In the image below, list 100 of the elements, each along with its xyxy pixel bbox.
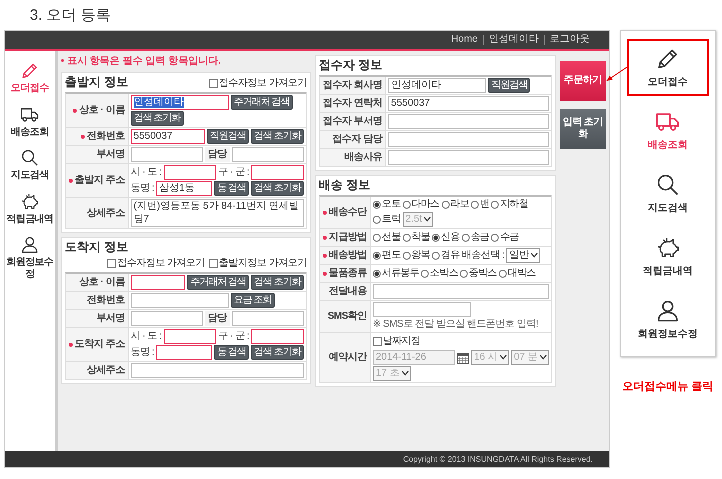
checkbox-icon[interactable] (209, 258, 218, 268)
radio-option[interactable]: 선불 (373, 231, 401, 244)
header-link[interactable]: Home (446, 35, 483, 45)
radio-option[interactable]: 송금 (462, 231, 490, 244)
radio-option[interactable]: 왕복 (402, 249, 430, 262)
menu-item[interactable]: 배송조회 (627, 102, 709, 159)
form-button[interactable]: 동 검색 (214, 345, 250, 360)
input-field[interactable] (130, 147, 203, 162)
radio-option[interactable]: 수금 (491, 231, 520, 244)
checkbox-option[interactable]: 출발지정보 가져오기 (209, 256, 307, 270)
checkbox-icon[interactable] (107, 258, 116, 268)
form-button[interactable]: 검색 초기화 (251, 275, 304, 290)
radio-option[interactable]: 소박스 (421, 267, 458, 280)
input-field[interactable] (388, 150, 549, 165)
reset-button[interactable]: 입력 초기화 (560, 109, 606, 149)
radio-option[interactable]: 지하철 (491, 198, 528, 211)
form-button[interactable]: 검색 초기화 (251, 129, 304, 144)
field-label: SMS확인 (328, 310, 367, 323)
input-field[interactable] (164, 329, 216, 344)
sidebar-item[interactable]: 적립금내역 (5, 192, 55, 225)
caret-icon (424, 217, 432, 222)
radio-option[interactable]: 대박스 (499, 267, 536, 280)
input-field[interactable] (232, 311, 304, 326)
radio-option[interactable]: 중박스 (460, 267, 498, 280)
sidebar-item[interactable]: 배송조회 (5, 104, 55, 138)
sidebar-item[interactable]: 회원정보수정 (5, 235, 55, 280)
radio-icon[interactable] (460, 270, 468, 278)
form-button[interactable]: 검색 초기화 (130, 111, 184, 126)
form-button[interactable]: 주거래처 검색 (230, 95, 293, 110)
checkbox-option[interactable]: 접수자정보 가져오기 (209, 76, 307, 90)
caret-icon (500, 355, 508, 360)
input-field[interactable]: 인성데이타 (388, 78, 486, 93)
header-link[interactable]: 인성데이타 (483, 35, 544, 45)
menu-item[interactable]: 오더접수 (627, 39, 709, 96)
radio-icon[interactable] (373, 270, 381, 278)
radio-icon[interactable] (442, 200, 450, 208)
input-field[interactable] (251, 165, 304, 180)
input-field[interactable] (156, 345, 212, 360)
input-field[interactable]: (지번)영등포동 5가 84-11번지 연세빌딩7 (130, 199, 304, 227)
radio-icon[interactable] (421, 270, 430, 278)
checkbox-option[interactable]: 접수자정보 가져오기 (107, 256, 206, 270)
form-button[interactable]: 직원검색 (207, 129, 250, 144)
checkbox-icon[interactable] (373, 337, 382, 346)
radio-icon[interactable] (432, 252, 440, 260)
sidebar-item[interactable]: 오더접수 (5, 61, 55, 94)
input-field[interactable]: 5550037 (388, 96, 549, 111)
radio-icon[interactable] (402, 252, 411, 260)
radio-option[interactable]: 오토 (373, 198, 401, 211)
dropdown[interactable]: 일반 (506, 248, 540, 263)
menu-item[interactable]: 적립금내역 (627, 228, 709, 285)
menu-item[interactable]: 지도검색 (627, 165, 709, 222)
input-field[interactable] (388, 114, 549, 129)
form-button[interactable]: 검색 초기화 (251, 181, 304, 196)
form-button[interactable]: 검색 초기화 (251, 345, 304, 360)
radio-option[interactable]: 편도 (373, 249, 401, 262)
input-field[interactable] (164, 165, 216, 180)
input-field[interactable] (130, 311, 203, 326)
radio-icon[interactable] (471, 200, 480, 208)
radio-icon[interactable] (373, 234, 381, 242)
sidebar-item[interactable]: 지도검색 (5, 148, 55, 182)
calendar-icon[interactable] (457, 352, 470, 364)
radio-option[interactable]: 경유 (432, 249, 460, 262)
submit-button[interactable]: 주문하기 (560, 61, 606, 101)
input-field[interactable]: 5550037 (130, 129, 206, 144)
menu-item[interactable]: 회원정보수정 (627, 291, 709, 348)
radio-option[interactable]: 착불 (402, 231, 430, 244)
radio-icon[interactable] (373, 200, 381, 208)
radio-option[interactable]: 밴 (471, 198, 490, 211)
radio-icon[interactable] (491, 234, 500, 242)
input-field[interactable] (388, 132, 549, 147)
form-button[interactable]: 동 검색 (214, 181, 250, 196)
radio-icon[interactable] (402, 200, 411, 208)
input-field[interactable] (130, 275, 186, 290)
radio-option[interactable]: 신용 (432, 231, 460, 244)
form-button[interactable]: 주거래처 검색 (187, 275, 250, 290)
radio-icon[interactable] (432, 234, 440, 242)
radio-icon[interactable] (462, 234, 470, 242)
form-button[interactable]: 직원검색 (488, 78, 530, 93)
input-field[interactable] (130, 293, 229, 308)
radio-icon[interactable] (373, 216, 381, 224)
radio-option[interactable]: 서류봉투 (373, 267, 420, 280)
radio-option[interactable]: 트럭 (373, 213, 401, 226)
input-field[interactable] (130, 363, 304, 378)
radio-icon[interactable] (402, 234, 411, 242)
input-field[interactable] (373, 284, 549, 299)
checkbox-icon[interactable] (209, 78, 218, 88)
header-link[interactable]: 로그아웃 (544, 35, 595, 45)
input-field[interactable]: 인성데이타 (130, 95, 229, 110)
radio-icon[interactable] (499, 270, 508, 278)
field-label: 지급방법 (329, 231, 367, 244)
input-field[interactable]: 삼성1동 (156, 181, 212, 196)
checkbox-option[interactable]: 날짜지정 (373, 335, 420, 348)
radio-option[interactable]: 다마스 (402, 198, 440, 211)
input-field[interactable] (373, 302, 471, 317)
radio-icon[interactable] (491, 200, 500, 208)
form-button[interactable]: 요금 조회 (230, 293, 275, 308)
input-field[interactable] (232, 147, 304, 162)
radio-icon[interactable] (373, 252, 381, 260)
input-field[interactable] (251, 329, 304, 344)
radio-option[interactable]: 라보 (442, 198, 470, 211)
